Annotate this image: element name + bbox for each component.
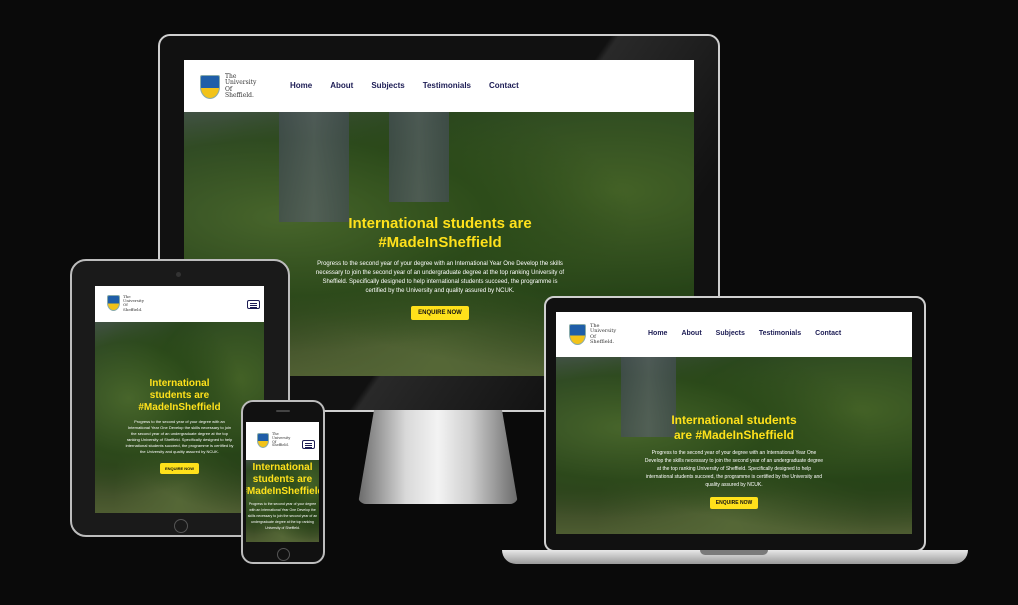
laptop-logo[interactable]: The University Of Sheffield.: [569, 323, 616, 345]
university-crest-icon: [569, 324, 586, 345]
phone-home-button[interactable]: [277, 548, 290, 561]
phone-hero: International students are #MadeInSheffi…: [246, 460, 319, 542]
tablet-hero: International students are #MadeInSheffi…: [95, 322, 264, 513]
nav-home[interactable]: Home: [648, 330, 667, 337]
desktop-menu: Home About Subjects Testimonials Contact: [290, 81, 519, 90]
hamburger-menu-icon[interactable]: [247, 300, 260, 309]
phone-screen: The University Of Sheffield. Internation…: [246, 422, 319, 542]
monitor-stand: [358, 410, 518, 504]
hero-title-line1: International students are: [348, 215, 532, 232]
nav-contact[interactable]: Contact: [489, 81, 519, 90]
enquire-now-button[interactable]: ENQUIRE NOW: [709, 497, 759, 509]
desktop-navbar: The University Of Sheffield. Home About …: [184, 60, 694, 112]
hero-title-line2: #MadeInSheffield: [378, 234, 502, 251]
nav-subjects[interactable]: Subjects: [371, 81, 404, 90]
university-crest-icon: [257, 433, 269, 448]
phone-logo[interactable]: The University Of Sheffield.: [257, 432, 290, 448]
nav-testimonials[interactable]: Testimonials: [423, 81, 471, 90]
laptop-screen: The University Of Sheffield. Home About …: [556, 312, 912, 534]
laptop-hero: International students are #MadeInSheffi…: [556, 357, 912, 534]
nav-contact[interactable]: Contact: [815, 330, 841, 337]
hamburger-menu-icon[interactable]: [302, 440, 315, 449]
enquire-now-button[interactable]: ENQUIRE NOW: [159, 463, 200, 474]
nav-subjects[interactable]: Subjects: [716, 330, 745, 337]
tablet-logo[interactable]: The University Of Sheffield.: [107, 294, 144, 312]
nav-testimonials[interactable]: Testimonials: [759, 330, 801, 337]
nav-about[interactable]: About: [330, 81, 353, 90]
university-crest-icon: [200, 74, 220, 99]
desktop-logo[interactable]: The University Of Sheffield.: [200, 73, 256, 99]
nav-home[interactable]: Home: [290, 81, 312, 90]
hero-body: Progress to the second year of your degr…: [315, 261, 565, 294]
university-crest-icon: [107, 295, 120, 312]
nav-about[interactable]: About: [681, 330, 701, 337]
enquire-now-button[interactable]: ENQUIRE NOW: [411, 306, 469, 320]
tablet-screen: The University Of Sheffield. Internation…: [95, 286, 264, 513]
tablet-home-button[interactable]: [174, 519, 188, 533]
